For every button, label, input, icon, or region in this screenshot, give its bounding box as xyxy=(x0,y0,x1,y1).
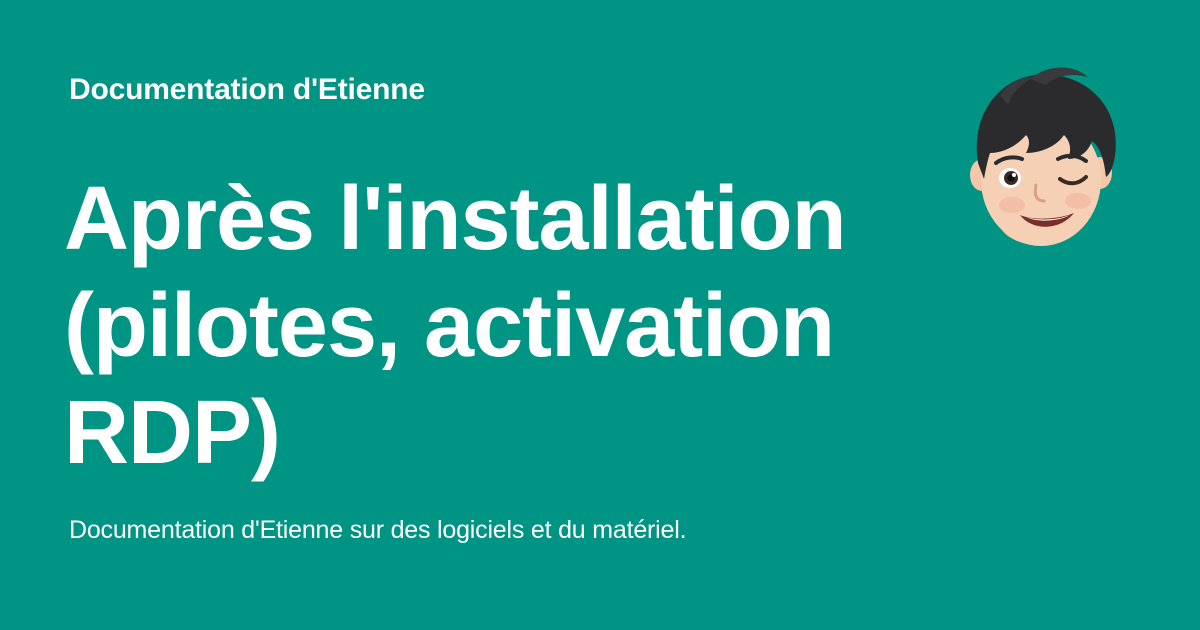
page-description: Documentation d'Etienne sur des logiciel… xyxy=(69,516,687,544)
site-name: Documentation d'Etienne xyxy=(69,73,425,106)
memoji-winking-face-icon xyxy=(970,67,1116,246)
page-title: Après l'installation (pilotes, activatio… xyxy=(64,169,847,483)
avatar xyxy=(960,55,1130,255)
